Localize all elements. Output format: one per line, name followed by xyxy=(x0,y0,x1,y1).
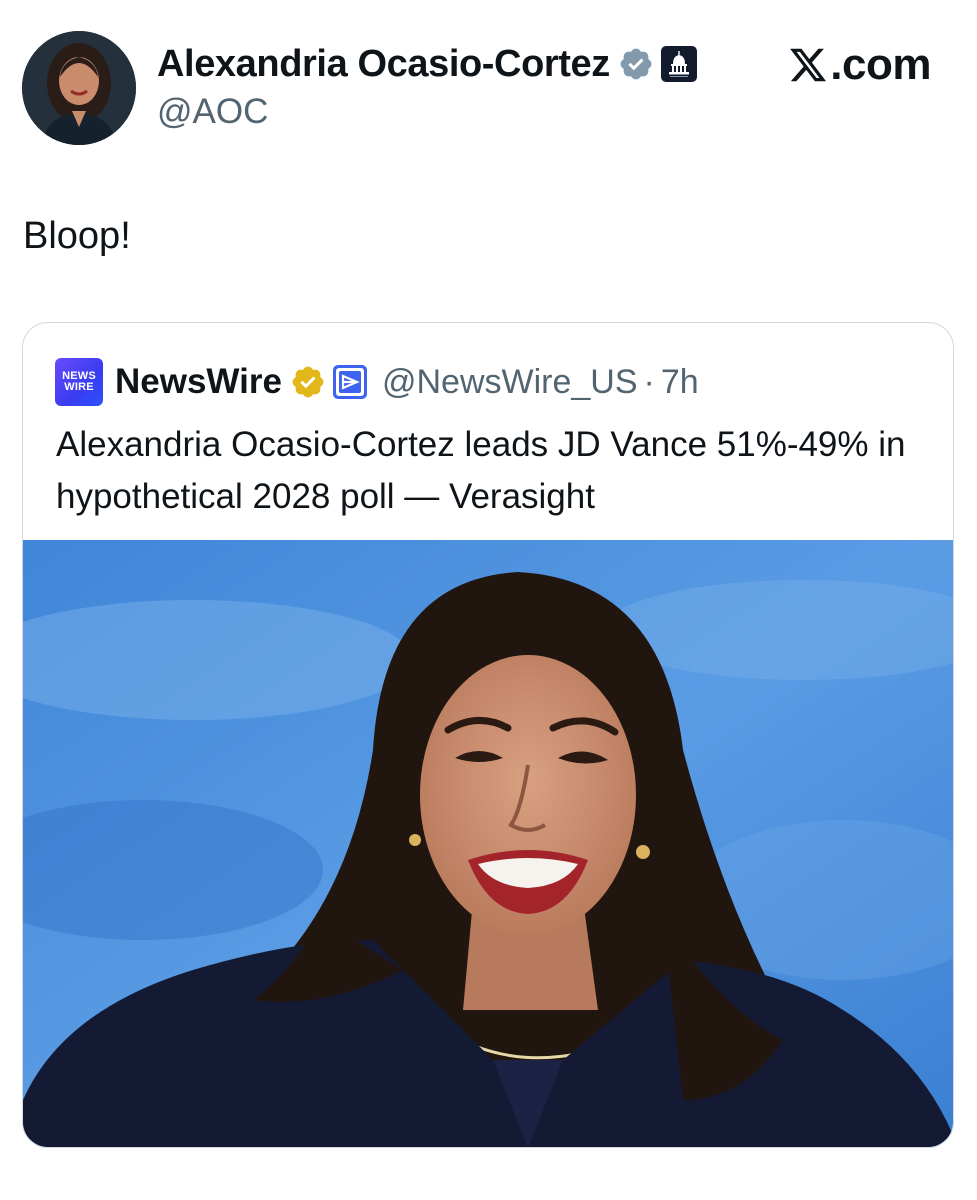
quoted-author-name[interactable]: NewsWire xyxy=(115,362,282,402)
meta-separator: · xyxy=(643,362,655,401)
post-timestamp[interactable]: 7h xyxy=(661,363,699,402)
news-photo[interactable] xyxy=(23,540,953,1147)
quoted-post-header: NEWS WIRE NewsWire @NewsWire_US · 7h xyxy=(55,357,699,407)
x-logo-icon xyxy=(788,45,828,85)
newswire-avatar[interactable]: NEWS WIRE xyxy=(55,358,103,406)
author-display-name[interactable]: Alexandria Ocasio-Cortez xyxy=(157,43,610,86)
tweet-text: Bloop! xyxy=(23,215,131,257)
site-logo: .com xyxy=(788,40,931,90)
author-name-row: Alexandria Ocasio-Cortez xyxy=(157,42,698,86)
verified-badge-icon[interactable] xyxy=(618,46,654,82)
quoted-post-card[interactable]: NEWS WIRE NewsWire @NewsWire_US · 7h Ale… xyxy=(22,322,954,1148)
site-logo-text: .com xyxy=(830,40,931,89)
quoted-post-text: Alexandria Ocasio-Cortez leads JD Vance … xyxy=(56,425,906,516)
author-avatar[interactable] xyxy=(22,31,136,145)
affiliate-badge-icon[interactable] xyxy=(332,364,368,400)
author-handle[interactable]: @AOC xyxy=(157,92,268,132)
newswire-logo-line2: WIRE xyxy=(64,381,94,393)
gold-verified-badge-icon[interactable] xyxy=(290,364,326,400)
capitol-icon[interactable] xyxy=(660,45,698,83)
quoted-author-handle[interactable]: @NewsWire_US xyxy=(382,363,638,402)
